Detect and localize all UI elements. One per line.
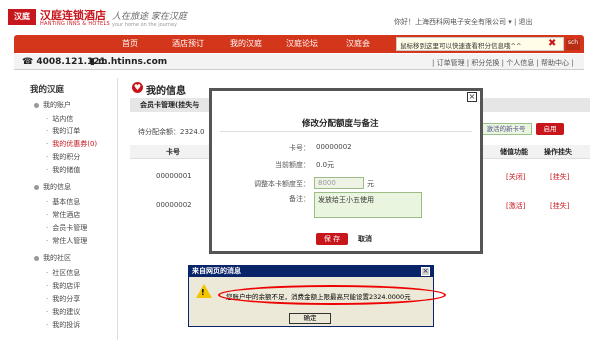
ok-button[interactable]: 确定 (289, 313, 331, 324)
nav-item-home[interactable]: 首页 (122, 38, 138, 49)
sidebar-item-label: 常住酒店 (52, 211, 81, 219)
sidebar-item[interactable]: · 我的优惠券(0) (46, 139, 97, 149)
points-tooltip: 鼠标移到这里可以快速查看积分信息哦^^ (396, 37, 564, 51)
mobile-text: m.htinns.com (98, 57, 168, 67)
sidebar-item-label: 社区信息 (52, 269, 81, 277)
column-header-function: 储值功能 (500, 148, 528, 156)
exclamation-icon: ! (201, 288, 205, 297)
column-header-operation: 操作挂失 (544, 148, 572, 156)
sidebar-item-label: 常住人管理 (52, 237, 88, 245)
mobile-icon: ▮ (90, 57, 99, 67)
nav-item-forum[interactable]: 汉庭论坛 (286, 38, 318, 49)
slogan: 人在旅途 家在汉庭 (112, 12, 187, 22)
sidebar-item-label: 我的投诉 (52, 321, 81, 329)
sidebar-item[interactable]: · 我的储值 (46, 165, 80, 175)
adjust-quota-label: 调整本卡额度至： (254, 180, 310, 188)
sidebar-section-info[interactable]: 我的信息 (34, 182, 71, 192)
sidebar-item[interactable]: · 我的订单 (46, 126, 80, 136)
card-value: 00000002 (316, 143, 352, 151)
sidebar-item[interactable]: · 基本信息 (46, 197, 80, 207)
current-quota-value: 0.0元 (316, 161, 335, 169)
nav-item-my-hanting[interactable]: 我的汉庭 (230, 38, 262, 49)
search-button[interactable]: sch (566, 39, 580, 50)
sidebar-item-label: 我的店评 (52, 282, 81, 290)
sidebar-item-label: 我的建议 (52, 308, 81, 316)
unit-label: 元 (367, 180, 374, 188)
phone-icon: ☎ (22, 57, 37, 67)
sidebar-item[interactable]: · 我的建议 (46, 307, 80, 317)
quota-input[interactable]: 8000 (314, 177, 364, 189)
report-loss-link[interactable]: [挂失] (550, 172, 569, 182)
mobile-site[interactable]: ▮ m.htinns.com (90, 57, 167, 67)
sidebar-item-label: 我的优惠券(0) (52, 140, 98, 148)
sidebar-item-label: 我的订单 (52, 127, 81, 135)
current-quota-label: 当前额度： (275, 161, 310, 169)
circle-icon (34, 255, 39, 261)
sidebar-item-label: 会员卡管理 (52, 224, 88, 232)
sidebar-item[interactable]: · 站内信 (46, 114, 73, 124)
card-label: 卡号： (289, 144, 310, 152)
sidebar-item[interactable]: · 我的积分 (46, 152, 80, 162)
table-cell-card: 00000001 (156, 172, 192, 180)
section-label: 我的账户 (43, 101, 71, 109)
alert-title: 来自网页的消息 (192, 267, 241, 275)
sidebar-item[interactable]: · 会员卡管理 (46, 223, 87, 233)
cancel-button[interactable]: 取消 (358, 234, 372, 244)
sidebar-title: 我的汉庭 (30, 85, 65, 95)
close-icon[interactable]: × (467, 92, 477, 102)
save-button[interactable]: 保 存 (316, 233, 348, 245)
remark-textarea[interactable]: 发放给王小五使用 (314, 192, 422, 218)
section-label: 我的社区 (43, 254, 71, 262)
quick-links[interactable]: | 订单管理 | 积分兑换 | 个人信息 | 帮助中心 | (432, 58, 574, 68)
close-function-link[interactable]: [关闭] (506, 172, 525, 182)
sidebar-section-community[interactable]: 我的社区 (34, 253, 71, 263)
heart-icon: ♥ (132, 82, 143, 93)
sidebar-item[interactable]: · 我的店评 (46, 281, 80, 291)
nav-item-club[interactable]: 汉庭会 (346, 38, 370, 49)
logo-icon[interactable]: 汉庭 (8, 9, 36, 25)
edit-quota-modal (209, 88, 483, 254)
sidebar-item[interactable]: · 社区信息 (46, 268, 80, 278)
highlight-ellipse (218, 285, 446, 305)
sidebar-item-label: 基本信息 (52, 198, 81, 206)
remark-label: 备注： (289, 195, 310, 203)
sidebar-item[interactable]: · 常住酒店 (46, 210, 80, 220)
report-loss-link[interactable]: [挂失] (550, 201, 569, 211)
section-label: 我的信息 (43, 183, 71, 191)
new-card-button[interactable]: 激活的新卡号 (480, 123, 532, 135)
sidebar-item[interactable]: · 我的分享 (46, 294, 80, 304)
activate-function-link[interactable]: [激活] (506, 201, 525, 211)
close-icon[interactable]: ✖ (548, 38, 556, 49)
tab-card-management[interactable]: 会员卡管理(挂失与 (140, 100, 199, 110)
circle-icon (34, 184, 39, 190)
sidebar-item-label: 站内信 (52, 115, 74, 123)
table-cell-card: 00000002 (156, 201, 192, 209)
divider (220, 131, 472, 132)
sidebar-item-label: 我的积分 (52, 153, 81, 161)
pending-balance: 待分配余额：2324.0 (138, 128, 205, 136)
modal-title: 修改分配额度与备注 (302, 119, 379, 129)
sidebar-section-account[interactable]: 我的账户 (34, 100, 71, 110)
brand-name-en: HANTING INNS & HOTELS (40, 21, 111, 27)
page-title: 我的信息 (146, 86, 186, 97)
slogan-en: your home on the journey (112, 22, 177, 28)
column-header-card: 卡号 (166, 148, 180, 156)
close-icon[interactable]: × (421, 267, 430, 276)
circle-icon (34, 102, 39, 108)
user-info[interactable]: 你好！上海西科网电子安全有限公司 ▾ | 退出 (394, 17, 533, 27)
sidebar-item-label: 我的分享 (52, 295, 81, 303)
sidebar-item[interactable]: · 我的投诉 (46, 320, 80, 330)
nav-item-booking[interactable]: 酒店预订 (172, 38, 204, 49)
apply-button[interactable]: 启用 (536, 123, 564, 135)
sidebar-item-label: 我的储值 (52, 166, 81, 174)
sidebar-item[interactable]: · 常住人管理 (46, 236, 87, 246)
